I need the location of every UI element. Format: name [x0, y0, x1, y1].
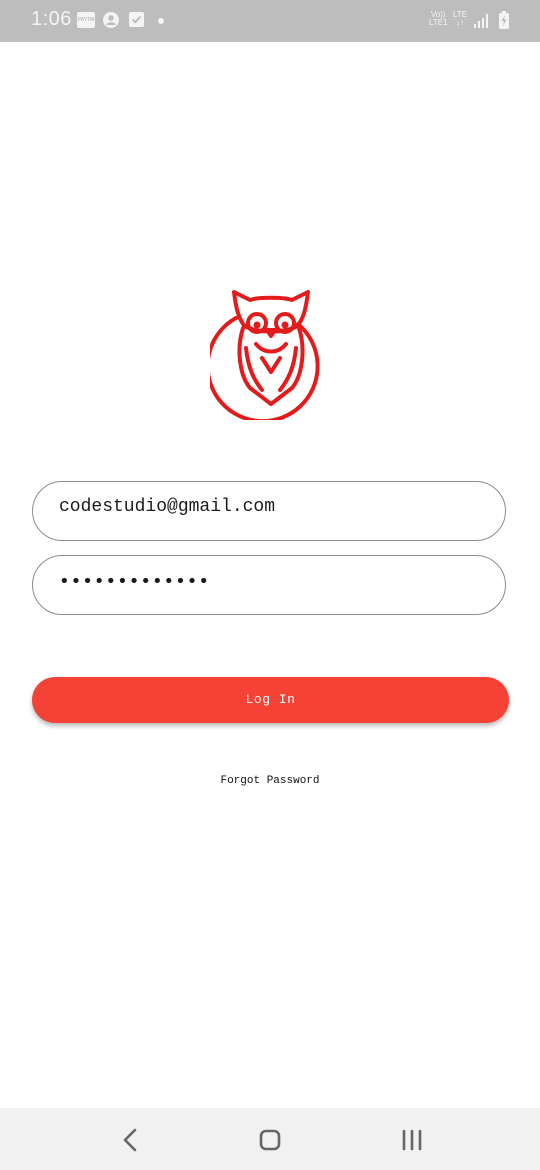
volte-icon: Vo)) LTE1	[429, 11, 448, 27]
owl-logo-icon	[210, 290, 320, 420]
email-input[interactable]	[59, 478, 479, 536]
battery-charging-icon	[499, 11, 509, 29]
dot-icon	[158, 18, 164, 24]
forgot-password-link[interactable]: Forgot Password	[0, 775, 540, 787]
lte-icon: LTE ↓↑	[453, 11, 467, 27]
recent-apps-icon[interactable]	[396, 1124, 428, 1156]
paytm-icon: PAYTM	[77, 12, 95, 28]
home-icon[interactable]	[254, 1124, 286, 1156]
back-icon[interactable]	[115, 1124, 147, 1156]
account-circle-icon	[103, 12, 119, 28]
login-button[interactable]: Log In	[32, 677, 509, 723]
task-check-icon	[129, 12, 144, 27]
lte-arrows-icon: ↓↑	[456, 18, 465, 27]
password-input[interactable]: •••••••••••••	[59, 571, 210, 592]
status-time: 1:06	[31, 8, 72, 30]
signal-icon	[474, 14, 488, 28]
navigation-bar	[0, 1108, 540, 1170]
email-field[interactable]	[32, 478, 506, 541]
password-field[interactable]: •••••••••••••	[32, 555, 506, 615]
status-bar: 1:06 PAYTM Vo)) LTE1 LTE ↓↑	[0, 0, 540, 42]
volte-bottom: LTE1	[429, 18, 448, 27]
